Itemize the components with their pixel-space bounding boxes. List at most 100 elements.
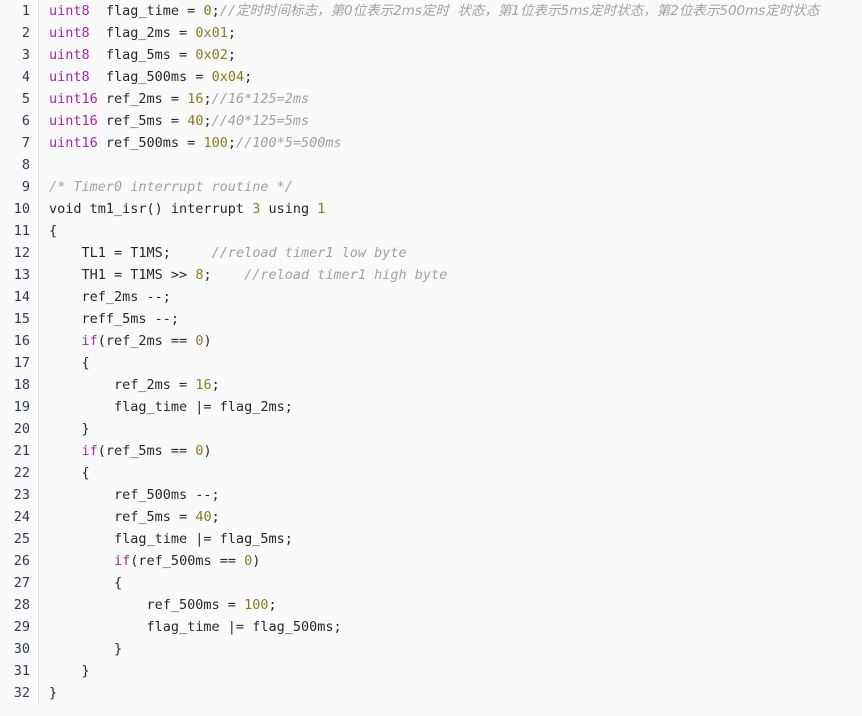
code-token-num: 100 — [203, 135, 228, 151]
code-line-row[interactable]: 26 if(ref_500ms == 0) — [0, 550, 862, 572]
code-line-content[interactable]: ref_2ms --; — [38, 286, 862, 308]
code-line-content[interactable]: uint16 ref_5ms = 40;//40*125=5ms — [38, 110, 862, 132]
code-line-row[interactable]: 8 — [0, 154, 862, 176]
code-line-row[interactable]: 4 uint8 flag_500ms = 0x04; — [0, 66, 862, 88]
code-token-plain: (ref_500ms == — [130, 553, 245, 569]
code-token-plain: using — [260, 201, 318, 217]
code-token-plain: ; — [227, 135, 236, 151]
code-token-num: 0 — [203, 3, 212, 19]
code-line-content[interactable]: flag_time |= flag_2ms; — [38, 396, 862, 418]
code-token-plain: ; — [268, 597, 277, 613]
code-line-row[interactable]: 17 { — [0, 352, 862, 374]
code-line-row[interactable]: 30 } — [0, 638, 862, 660]
code-line-content[interactable]: if(ref_5ms == 0) — [38, 440, 862, 462]
code-token-plain: flag_500ms = — [89, 69, 212, 85]
code-line-row[interactable]: 32} — [0, 682, 862, 704]
line-number: 3 — [0, 44, 39, 66]
code-line-content[interactable]: } — [38, 638, 862, 660]
code-line-content[interactable]: flag_time |= flag_5ms; — [38, 528, 862, 550]
code-line-row[interactable]: 31 } — [0, 660, 862, 682]
code-line-row[interactable]: 11 { — [0, 220, 862, 242]
code-lines-table: 1 uint8 flag_time = 0;//定时时间标志，第0位表示2ms定时… — [0, 0, 862, 704]
code-line-content[interactable]: flag_time |= flag_500ms; — [38, 616, 862, 638]
code-line-content[interactable]: ref_5ms = 40; — [38, 506, 862, 528]
line-number: 9 — [0, 176, 39, 198]
code-line-content[interactable]: uint8 flag_500ms = 0x04; — [38, 66, 862, 88]
code-line-content[interactable]: /* Timer0 interrupt routine */ — [38, 176, 862, 198]
code-line-row[interactable]: 27 { — [0, 572, 862, 594]
code-token-plain: ; — [227, 47, 236, 63]
code-line-content[interactable]: ref_2ms = 16; — [38, 374, 862, 396]
code-line-row[interactable]: 29 flag_time |= flag_500ms; — [0, 616, 862, 638]
line-number: 20 — [0, 418, 39, 440]
code-token-plain: ref_2ms = — [97, 91, 188, 107]
code-line-row[interactable]: 15 reff_5ms --; — [0, 308, 862, 330]
code-line-content[interactable]: uint8 flag_time = 0;//定时时间标志，第0位表示2ms定时 … — [38, 0, 862, 22]
line-number: 27 — [0, 572, 39, 594]
line-number: 32 — [0, 682, 39, 704]
code-token-plain: ; — [203, 91, 212, 107]
code-token-num: 40 — [195, 509, 212, 525]
code-line-row[interactable]: 2 uint8 flag_2ms = 0x01; — [0, 22, 862, 44]
code-line-content[interactable]: } — [38, 660, 862, 682]
code-line-row[interactable]: 19 flag_time |= flag_2ms; — [0, 396, 862, 418]
code-line-content[interactable]: uint8 flag_2ms = 0x01; — [38, 22, 862, 44]
code-line-content[interactable]: reff_5ms --; — [38, 308, 862, 330]
line-number: 15 — [0, 308, 39, 330]
code-line-content[interactable]: { — [38, 462, 862, 484]
code-line-content[interactable] — [38, 154, 862, 176]
code-token-plain: ) — [203, 333, 212, 349]
code-line-row[interactable]: 23 ref_500ms --; — [0, 484, 862, 506]
code-line-content[interactable]: uint16 ref_500ms = 100;//100*5=500ms — [38, 132, 862, 154]
line-number: 14 — [0, 286, 39, 308]
code-line-content[interactable]: } — [38, 418, 862, 440]
code-snippet-viewer[interactable]: 1 uint8 flag_time = 0;//定时时间标志，第0位表示2ms定时… — [0, 0, 862, 716]
code-token-plain: } — [49, 663, 90, 679]
code-token-plain: ; — [227, 25, 236, 41]
code-token-kw: uint8 — [49, 69, 90, 85]
code-token-plain: (ref_5ms == — [97, 443, 196, 459]
code-line-content[interactable]: TL1 = T1MS; //reload timer1 low byte — [38, 242, 862, 264]
code-line-row[interactable]: 12 TL1 = T1MS; //reload timer1 low byte — [0, 242, 862, 264]
code-line-row[interactable]: 21 if(ref_5ms == 0) — [0, 440, 862, 462]
code-line-row[interactable]: 13 TH1 = T1MS >> 8; //reload timer1 high… — [0, 264, 862, 286]
code-line-row[interactable]: 9 /* Timer0 interrupt routine */ — [0, 176, 862, 198]
code-token-num: 16 — [195, 377, 212, 393]
code-line-content[interactable]: void tm1_isr() interrupt 3 using 1 — [38, 198, 862, 220]
code-line-row[interactable]: 10 void tm1_isr() interrupt 3 using 1 — [0, 198, 862, 220]
code-line-row[interactable]: 25 flag_time |= flag_5ms; — [0, 528, 862, 550]
code-line-content[interactable]: { — [38, 220, 862, 242]
code-line-row[interactable]: 22 { — [0, 462, 862, 484]
code-line-content[interactable]: uint16 ref_2ms = 16;//16*125=2ms — [38, 88, 862, 110]
line-number: 22 — [0, 462, 39, 484]
code-line-row[interactable]: 5 uint16 ref_2ms = 16;//16*125=2ms — [0, 88, 862, 110]
code-line-row[interactable]: 20 } — [0, 418, 862, 440]
code-lines-body: 1 uint8 flag_time = 0;//定时时间标志，第0位表示2ms定时… — [0, 0, 862, 704]
code-line-row[interactable]: 16 if(ref_2ms == 0) — [0, 330, 862, 352]
code-line-content[interactable]: { — [38, 572, 862, 594]
line-number: 13 — [0, 264, 39, 286]
code-line-content[interactable]: uint8 flag_5ms = 0x02; — [38, 44, 862, 66]
code-line-content[interactable]: ref_500ms --; — [38, 484, 862, 506]
code-line-row[interactable]: 6 uint16 ref_5ms = 40;//40*125=5ms — [0, 110, 862, 132]
code-line-row[interactable]: 24 ref_5ms = 40; — [0, 506, 862, 528]
code-line-content[interactable]: TH1 = T1MS >> 8; //reload timer1 high by… — [38, 264, 862, 286]
code-line-row[interactable]: 14 ref_2ms --; — [0, 286, 862, 308]
code-line-content[interactable]: ref_500ms = 100; — [38, 594, 862, 616]
code-token-plain: ; — [211, 509, 220, 525]
code-line-row[interactable]: 7 uint16 ref_500ms = 100;//100*5=500ms — [0, 132, 862, 154]
line-number: 24 — [0, 506, 39, 528]
code-token-comment: //reload timer1 low byte — [211, 245, 407, 261]
code-line-content[interactable]: } — [38, 682, 862, 704]
code-line-row[interactable]: 18 ref_2ms = 16; — [0, 374, 862, 396]
line-number: 28 — [0, 594, 39, 616]
code-line-row[interactable]: 28 ref_500ms = 100; — [0, 594, 862, 616]
code-line-row[interactable]: 3 uint8 flag_5ms = 0x02; — [0, 44, 862, 66]
code-line-content[interactable]: { — [38, 352, 862, 374]
code-line-row[interactable]: 1 uint8 flag_time = 0;//定时时间标志，第0位表示2ms定时… — [0, 0, 862, 22]
code-line-content[interactable]: if(ref_2ms == 0) — [38, 330, 862, 352]
code-token-num: 0x04 — [211, 69, 245, 85]
code-token-plain: flag_2ms = — [89, 25, 196, 41]
code-line-content[interactable]: if(ref_500ms == 0) — [38, 550, 862, 572]
